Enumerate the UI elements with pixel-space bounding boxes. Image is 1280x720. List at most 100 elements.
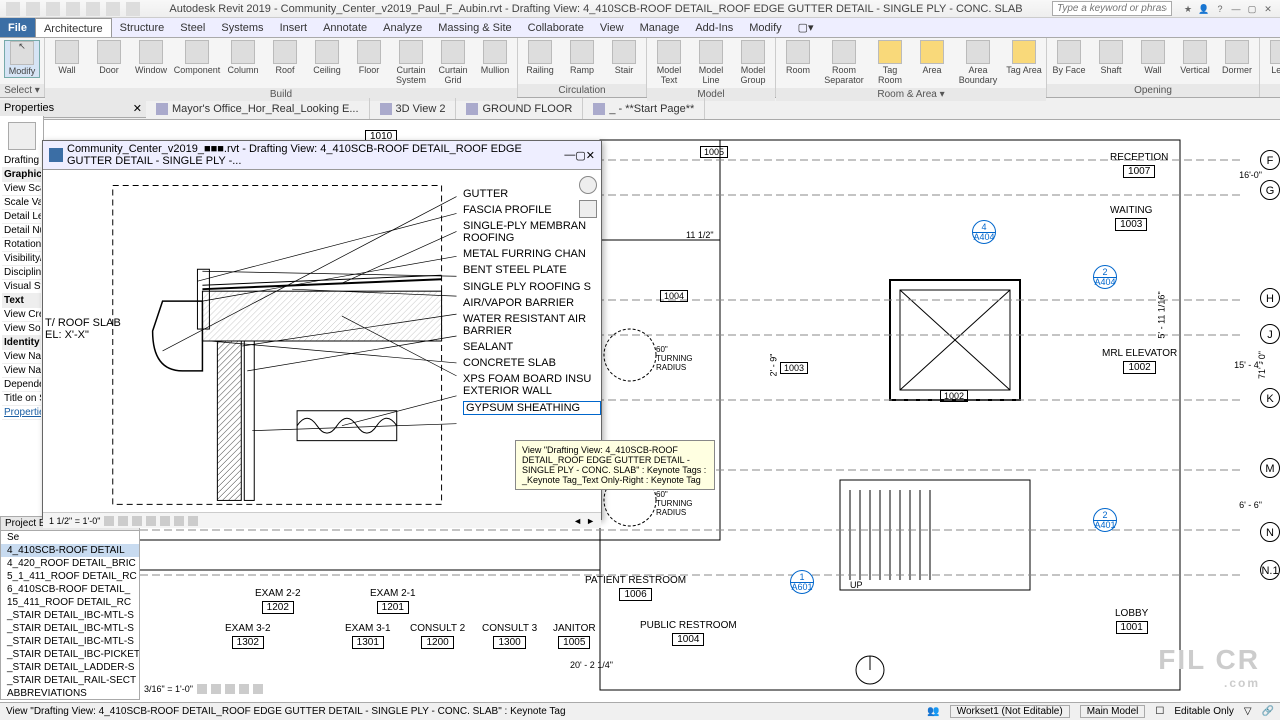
tab-annotate[interactable]: Annotate xyxy=(315,18,375,37)
view-tab-startpage[interactable]: _ - **Start Page** xyxy=(583,98,705,119)
grid-bubble[interactable]: H xyxy=(1260,288,1280,308)
tab-analyze[interactable]: Analyze xyxy=(375,18,430,37)
roof-tool[interactable]: Roof xyxy=(267,40,303,76)
search-input[interactable] xyxy=(1052,1,1172,16)
modeltext-tool[interactable]: Model Text xyxy=(651,40,687,86)
railing-tool[interactable]: Railing xyxy=(522,40,558,76)
room-tag[interactable]: CONSULT 21200 xyxy=(410,623,465,649)
area-tool[interactable]: Area xyxy=(914,40,950,76)
door-tool[interactable]: Door xyxy=(91,40,127,76)
type-selector-icon[interactable] xyxy=(8,122,36,150)
room-tag[interactable]: PATIENT RESTROOM1006 xyxy=(585,575,686,601)
keynote[interactable]: GYPSUM SHEATHING xyxy=(463,401,601,415)
vcb-icon[interactable] xyxy=(160,516,170,526)
grid-bubble[interactable]: M xyxy=(1260,458,1280,478)
view-tab-groundfloor[interactable]: GROUND FLOOR xyxy=(456,98,583,119)
vcb-icon[interactable] xyxy=(239,684,249,694)
undo-icon[interactable] xyxy=(66,2,80,16)
room-tag[interactable]: EXAM 3-21302 xyxy=(225,623,271,649)
modelline-tool[interactable]: Model Line xyxy=(693,40,729,86)
view-control-bar[interactable]: 3/16" = 1'-0" xyxy=(144,684,263,694)
room-tag[interactable]: EXAM 2-11201 xyxy=(370,588,416,614)
workset-icon[interactable]: 👥 xyxy=(927,706,939,717)
open-icon[interactable] xyxy=(26,2,40,16)
area-boundary-tool[interactable]: Area Boundary xyxy=(956,40,1000,86)
editable-only-checkbox[interactable]: ☐ xyxy=(1155,706,1164,717)
vcb-icon[interactable] xyxy=(197,684,207,694)
redo-icon[interactable] xyxy=(86,2,100,16)
view-callout[interactable]: 4A404 xyxy=(972,220,996,244)
curtain-grid-tool[interactable]: Curtain Grid xyxy=(435,40,471,86)
select-links-icon[interactable]: 🔗 xyxy=(1262,706,1274,717)
grid-bubble[interactable]: F xyxy=(1260,150,1280,170)
room-tag[interactable]: PUBLIC RESTROOM1004 xyxy=(640,620,737,646)
room-tag[interactable]: EXAM 3-11301 xyxy=(345,623,391,649)
nav-home-icon[interactable] xyxy=(579,200,597,218)
browser-item[interactable]: 4_410SCB-ROOF DETAIL xyxy=(1,544,139,557)
browser-item[interactable]: 6_410SCB-ROOF DETAIL_ xyxy=(1,583,139,596)
room-tag[interactable]: EXAM 2-21202 xyxy=(255,588,301,614)
tag-room-tool[interactable]: Tag Room xyxy=(872,40,908,86)
scroll-right-icon[interactable]: ► xyxy=(586,516,595,526)
vcb-icon[interactable] xyxy=(188,516,198,526)
modelgroup-tool[interactable]: Model Group xyxy=(735,40,771,86)
browser-item[interactable]: _STAIR DETAIL_IBC-MTL-S xyxy=(1,622,139,635)
browser-item[interactable]: _STAIR DETAIL_LADDER-S xyxy=(1,661,139,674)
room-tag[interactable]: WAITING1003 xyxy=(1110,205,1152,231)
view-callout[interactable]: 2A401 xyxy=(1093,508,1117,532)
component-tool[interactable]: Component xyxy=(175,40,219,76)
browser-item[interactable]: _STAIR DETAIL_IBC-PICKET xyxy=(1,648,139,661)
grid-bubble[interactable]: N xyxy=(1260,522,1280,542)
keynote[interactable]: SEALANT xyxy=(463,341,601,353)
scroll-left-icon[interactable]: ◄ xyxy=(573,516,582,526)
revit-icon[interactable] xyxy=(6,2,20,16)
tag-area-tool[interactable]: Tag Area xyxy=(1006,40,1042,76)
keynote[interactable]: CONCRETE SLAB xyxy=(463,357,601,369)
grid-bubble[interactable]: J xyxy=(1260,324,1280,344)
browser-item[interactable]: _STAIR DETAIL_IBC-MTL-S xyxy=(1,635,139,648)
float-max-icon[interactable]: ▢ xyxy=(575,149,585,162)
level-tool[interactable]: Level xyxy=(1264,40,1280,76)
properties-help-link[interactable]: Properties xyxy=(2,406,41,420)
filter-icon[interactable]: ▽ xyxy=(1244,706,1252,717)
room-tag[interactable]: LOBBY1001 xyxy=(1115,608,1148,634)
browser-item[interactable]: 15_411_ROOF DETAIL_RC xyxy=(1,596,139,609)
vcb-icon[interactable] xyxy=(225,684,235,694)
view-tab-mayors[interactable]: Mayor's Office_Hor_Real_Looking E... xyxy=(146,98,370,119)
keynote[interactable]: BENT STEEL PLATE xyxy=(463,264,601,276)
quick-access-toolbar[interactable] xyxy=(6,2,140,16)
browser-search[interactable]: Se xyxy=(1,531,139,544)
select-dropdown[interactable]: Select ▾ xyxy=(0,84,44,97)
browser-item[interactable]: _STAIR DETAIL_IBC-MTL-S xyxy=(1,609,139,622)
view-callout[interactable]: 2A404 xyxy=(1093,265,1117,289)
browser-item[interactable]: 4_420_ROOF DETAIL_BRIC xyxy=(1,557,139,570)
tab-addins[interactable]: Add-Ins xyxy=(687,18,741,37)
byface-tool[interactable]: By Face xyxy=(1051,40,1087,76)
vcb-icon[interactable] xyxy=(118,516,128,526)
close-icon[interactable]: ✕ xyxy=(1262,3,1274,15)
tab-file[interactable]: File xyxy=(0,18,35,37)
tab-architecture[interactable]: Architecture xyxy=(35,18,112,37)
vcb-icon[interactable] xyxy=(132,516,142,526)
measure-icon[interactable] xyxy=(126,2,140,16)
tab-massing[interactable]: Massing & Site xyxy=(430,18,519,37)
keynote[interactable]: WATER RESISTANT AIR BARRIER xyxy=(463,313,601,337)
tab-manage[interactable]: Manage xyxy=(632,18,688,37)
modify-tool[interactable]: ↖Modify xyxy=(4,40,40,78)
star-icon[interactable]: ★ xyxy=(1182,3,1194,15)
keynote[interactable]: SINGLE PLY ROOFING S xyxy=(463,281,601,293)
browser-item[interactable]: _STAIR DETAIL_RAIL-SECT xyxy=(1,674,139,687)
maximize-icon[interactable]: ▢ xyxy=(1246,3,1258,15)
mullion-tool[interactable]: Mullion xyxy=(477,40,513,76)
column-tool[interactable]: Column xyxy=(225,40,261,76)
curtain-system-tool[interactable]: Curtain System xyxy=(393,40,429,86)
room-tag[interactable]: MRL ELEVATOR1002 xyxy=(1102,348,1177,374)
room-tag[interactable]: JANITOR1005 xyxy=(553,623,596,649)
float-close-icon[interactable]: ✕ xyxy=(586,149,595,162)
browser-item[interactable]: ABBREVIATIONS xyxy=(1,687,139,700)
save-icon[interactable] xyxy=(46,2,60,16)
help-icon[interactable]: ? xyxy=(1214,3,1226,15)
nav-wheel-icon[interactable] xyxy=(579,176,597,194)
tab-systems[interactable]: Systems xyxy=(213,18,271,37)
float-min-icon[interactable]: — xyxy=(564,149,575,161)
